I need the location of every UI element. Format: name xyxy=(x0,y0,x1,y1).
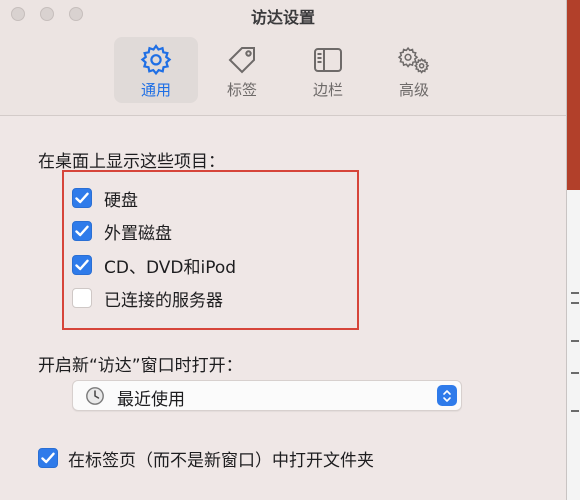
new-window-popup[interactable]: 最近使用 xyxy=(72,380,462,411)
desktop-items-label: 在桌面上显示这些项目： xyxy=(38,152,225,172)
tab-advanced[interactable]: 高级 xyxy=(372,37,456,103)
external-disks-checkbox[interactable] xyxy=(72,221,92,241)
open-in-tabs-label: 在标签页（而不是新窗口）中打开文件夹 xyxy=(68,450,374,471)
background-mark xyxy=(571,292,579,294)
tab-sidebar[interactable]: 边栏 xyxy=(286,37,370,103)
background-mark xyxy=(571,410,579,412)
hard-disks-label: 硬盘 xyxy=(104,190,138,211)
external-disks-label: 外置磁盘 xyxy=(104,223,172,244)
checkbox-row-cds-dvds-ipods[interactable]: CD、DVD和iPod xyxy=(72,253,237,278)
background-mark xyxy=(571,340,579,342)
tab-advanced-label: 高级 xyxy=(398,81,429,99)
sidebar-icon xyxy=(311,43,345,77)
tab-general-label: 通用 xyxy=(140,81,171,99)
tab-tags[interactable]: 标签 xyxy=(200,37,284,103)
checkmark-icon xyxy=(75,259,89,271)
toolbar: 访达设置 通用 标签 边栏 高级 xyxy=(0,0,566,116)
checkmark-icon xyxy=(75,192,89,204)
checkbox-row-hard-disks[interactable]: 硬盘 xyxy=(72,186,138,211)
gears-icon xyxy=(397,43,431,77)
gear-icon xyxy=(139,43,173,77)
background-mark xyxy=(571,372,579,374)
background-window-edge xyxy=(566,0,580,500)
finder-settings-window: 访达设置 通用 标签 边栏 高级 在桌面上显示这些项目： 硬盘 外置磁盘 CD、… xyxy=(0,0,566,500)
tab-sidebar-label: 边栏 xyxy=(312,81,343,99)
open-in-tabs-checkbox[interactable] xyxy=(38,448,58,468)
window-title: 访达设置 xyxy=(250,8,315,27)
clock-icon xyxy=(85,386,105,410)
checkbox-row-open-in-tabs[interactable]: 在标签页（而不是新窗口）中打开文件夹 xyxy=(38,446,374,471)
tag-icon xyxy=(225,43,259,77)
tab-general[interactable]: 通用 xyxy=(114,37,198,103)
cds-dvds-ipods-label: CD、DVD和iPod xyxy=(104,257,237,278)
background-window-accent xyxy=(567,0,580,190)
new-window-popup-value: 最近使用 xyxy=(117,390,185,410)
connected-servers-label: 已连接的服务器 xyxy=(104,290,223,311)
checkmark-icon xyxy=(75,225,89,237)
background-mark xyxy=(571,302,579,304)
checkbox-row-external-disks[interactable]: 外置磁盘 xyxy=(72,219,172,244)
cds-dvds-ipods-checkbox[interactable] xyxy=(72,255,92,275)
checkmark-icon xyxy=(41,452,55,464)
connected-servers-checkbox[interactable] xyxy=(72,288,92,308)
checkbox-row-connected-servers[interactable]: 已连接的服务器 xyxy=(72,286,223,311)
popup-stepper-icon[interactable] xyxy=(437,385,457,406)
tab-tags-label: 标签 xyxy=(226,81,257,99)
hard-disks-checkbox[interactable] xyxy=(72,188,92,208)
new-window-label: 开启新“访达”窗口时打开： xyxy=(38,356,243,376)
